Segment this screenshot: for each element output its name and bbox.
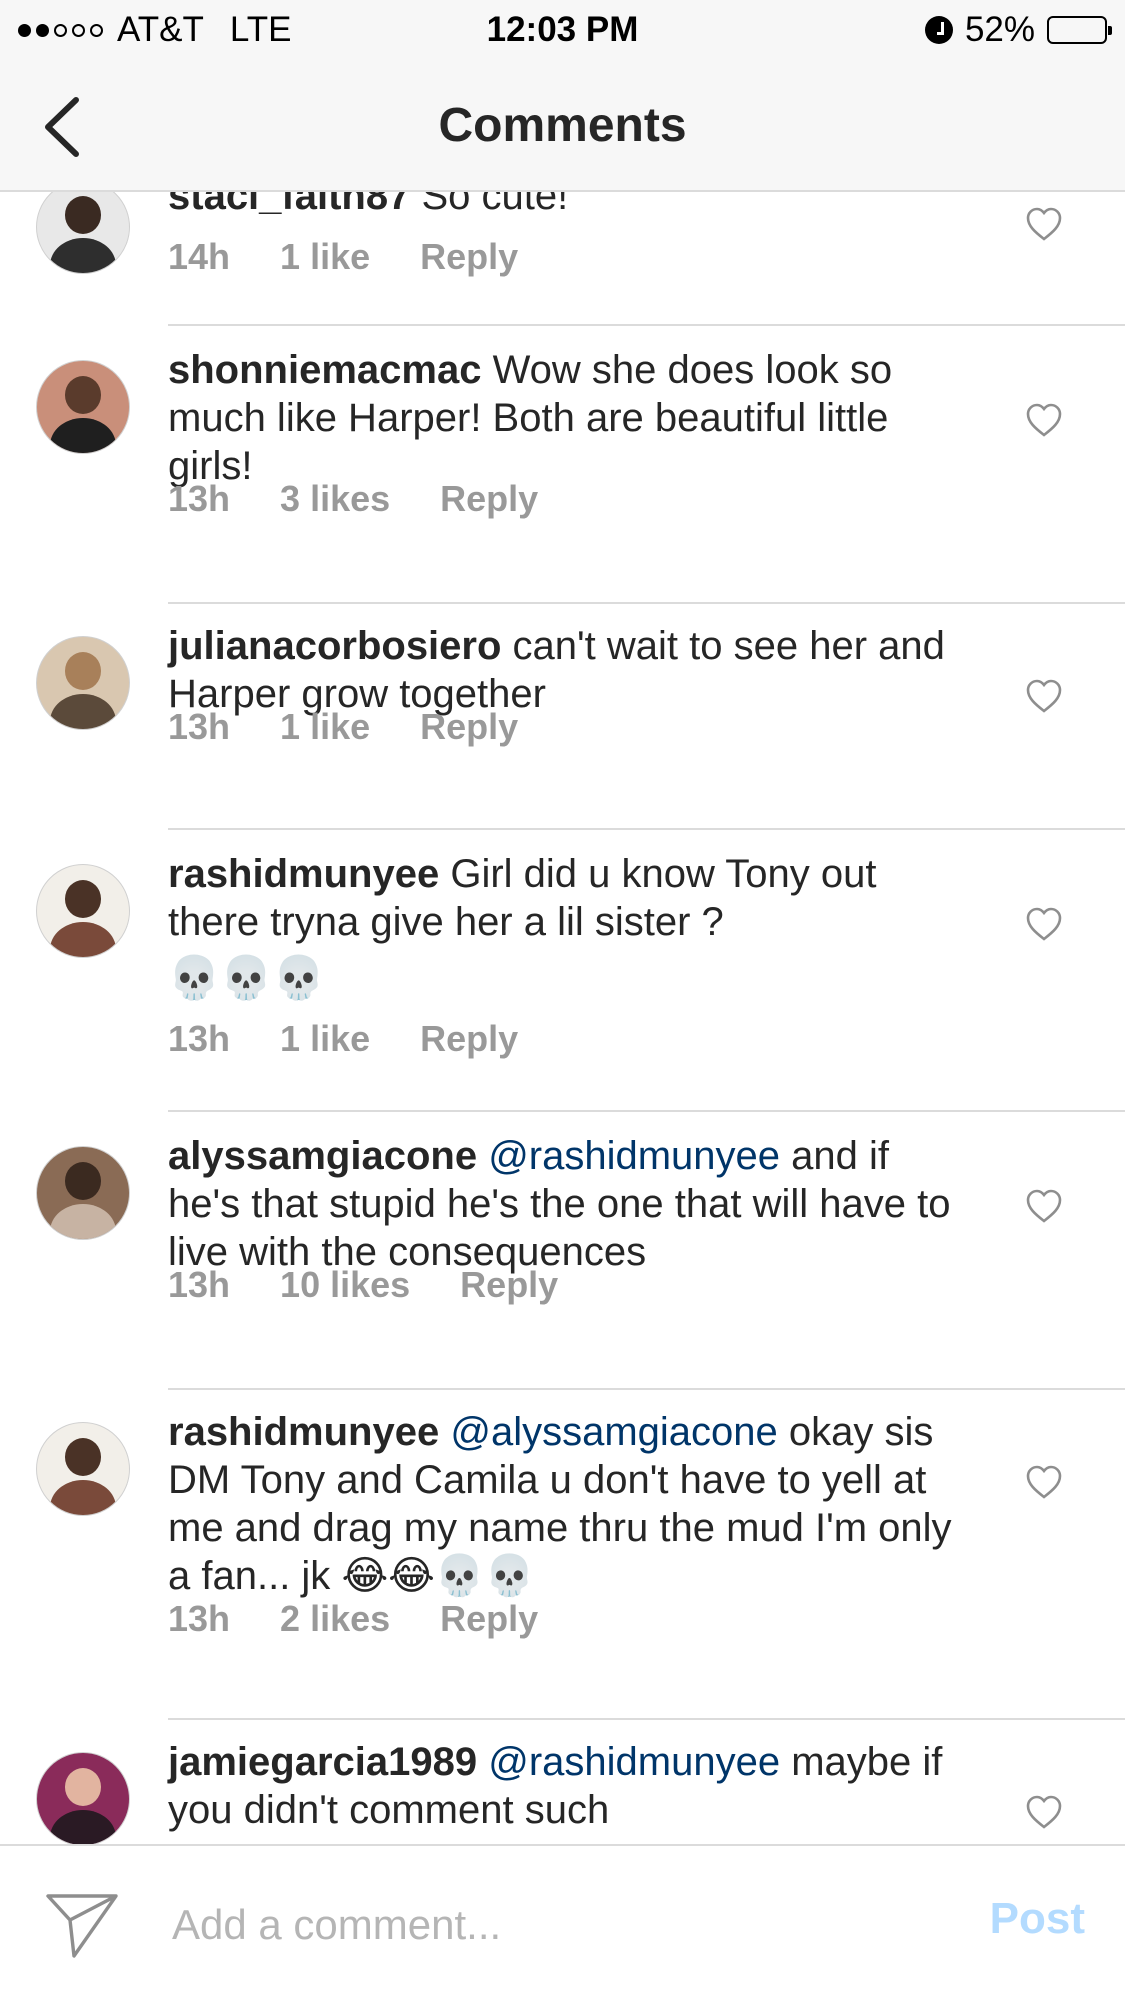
comment-text: staci_faith87 So cute! xyxy=(168,192,968,220)
heart-outline-icon[interactable] xyxy=(1025,1794,1063,1830)
reply-button[interactable]: Reply xyxy=(420,1018,518,1060)
heart-outline-icon[interactable] xyxy=(1025,206,1063,242)
comment-username[interactable]: rashidmunyee xyxy=(168,1410,439,1454)
page-title: Comments xyxy=(438,99,687,152)
comment-meta: 13h 10 likes Reply xyxy=(168,1264,558,1306)
comment-time: 13h xyxy=(168,1598,231,1639)
comment-body: So cute! xyxy=(421,192,569,218)
reply-button[interactable]: Reply xyxy=(440,478,538,520)
avatar[interactable] xyxy=(36,1752,130,1844)
divider xyxy=(168,602,1125,604)
comment-username[interactable]: jamiegarcia1989 xyxy=(168,1740,477,1784)
comment-text: rashidmunyee Girl did u know Tony out th… xyxy=(168,850,968,946)
comment-text: shonniemacmac Wow she does look so much … xyxy=(168,346,968,490)
comment-time: 14h xyxy=(168,236,231,277)
comment-likes[interactable]: 3 likes xyxy=(280,478,390,520)
reply-button[interactable]: Reply xyxy=(420,706,518,748)
heart-outline-icon[interactable] xyxy=(1025,906,1063,942)
avatar[interactable] xyxy=(36,1146,130,1240)
comment-meta: 13h 1 like Reply xyxy=(168,706,518,748)
divider xyxy=(168,1388,1125,1390)
heart-outline-icon[interactable] xyxy=(1025,1464,1063,1500)
avatar[interactable] xyxy=(36,192,130,274)
comment-likes[interactable]: 1 like xyxy=(280,1018,370,1060)
comment-mention[interactable]: @alyssamgiacone xyxy=(450,1410,777,1454)
reply-button[interactable]: Reply xyxy=(440,1598,538,1640)
divider xyxy=(168,324,1125,326)
comment-composer: Post xyxy=(0,1844,1125,2001)
post-button[interactable]: Post xyxy=(990,1894,1085,1944)
divider xyxy=(168,1718,1125,1720)
comment-time: 13h xyxy=(168,478,231,519)
comment-meta: 13h 3 likes Reply xyxy=(168,478,538,520)
comment-username[interactable]: julianacorbosiero xyxy=(168,624,501,668)
comment-text: rashidmunyee @alyssamgiacone okay sis DM… xyxy=(168,1408,968,1600)
reply-button[interactable]: Reply xyxy=(460,1264,558,1306)
comment-time: 13h xyxy=(168,1264,231,1305)
comment-username[interactable]: staci_faith87 xyxy=(168,192,410,218)
comment-emojis: 😂😂💀💀 xyxy=(341,1554,535,1598)
comment-text: julianacorbosiero can't wait to see her … xyxy=(168,622,968,718)
comment-time: 13h xyxy=(168,706,231,747)
comment-text: alyssamgiacone @rashidmunyee and if he's… xyxy=(168,1132,968,1276)
alarm-clock-icon xyxy=(924,16,953,44)
comment-username[interactable]: alyssamgiacone xyxy=(168,1134,477,1178)
comment-likes[interactable]: 1 like xyxy=(280,236,370,278)
comment-meta: 13h 2 likes Reply xyxy=(168,1598,538,1640)
comment-meta: 14h 1 like Reply xyxy=(168,236,518,278)
comment-mention[interactable]: @rashidmunyee xyxy=(488,1134,780,1178)
comment-likes[interactable]: 10 likes xyxy=(280,1264,410,1306)
status-bar: AT&T LTE 12:03 PM 52% xyxy=(0,0,1125,62)
comment-input[interactable] xyxy=(170,1894,934,1956)
comment-meta: 13h 1 like Reply xyxy=(168,1018,518,1060)
comment-text: jamiegarcia1989 @rashidmunyee maybe if y… xyxy=(168,1738,968,1834)
avatar[interactable] xyxy=(36,360,130,454)
heart-outline-icon[interactable] xyxy=(1025,678,1063,714)
comment-username[interactable]: shonniemacmac xyxy=(168,348,481,392)
nav-header: Comments xyxy=(0,62,1125,192)
comment-emojis: 💀💀💀 xyxy=(168,954,325,1001)
comments-list[interactable]: staci_faith87 So cute! 14h 1 like Reply … xyxy=(0,192,1125,1844)
avatar[interactable] xyxy=(36,1422,130,1516)
avatar[interactable] xyxy=(36,636,130,730)
comment-likes[interactable]: 2 likes xyxy=(280,1598,390,1640)
comment-likes[interactable]: 1 like xyxy=(280,706,370,748)
paper-plane-icon[interactable] xyxy=(44,1890,120,1962)
battery-percent: 52% xyxy=(964,10,1035,49)
heart-outline-icon[interactable] xyxy=(1025,1188,1063,1224)
divider xyxy=(168,828,1125,830)
comment-username[interactable]: rashidmunyee xyxy=(168,852,439,896)
avatar[interactable] xyxy=(36,864,130,958)
battery-icon xyxy=(1047,16,1112,44)
divider xyxy=(168,1110,1125,1112)
comment-time: 13h xyxy=(168,1018,231,1059)
reply-button[interactable]: Reply xyxy=(420,236,518,278)
heart-outline-icon[interactable] xyxy=(1025,402,1063,438)
status-right: 52% xyxy=(924,10,1112,50)
comment-mention[interactable]: @rashidmunyee xyxy=(488,1740,780,1784)
